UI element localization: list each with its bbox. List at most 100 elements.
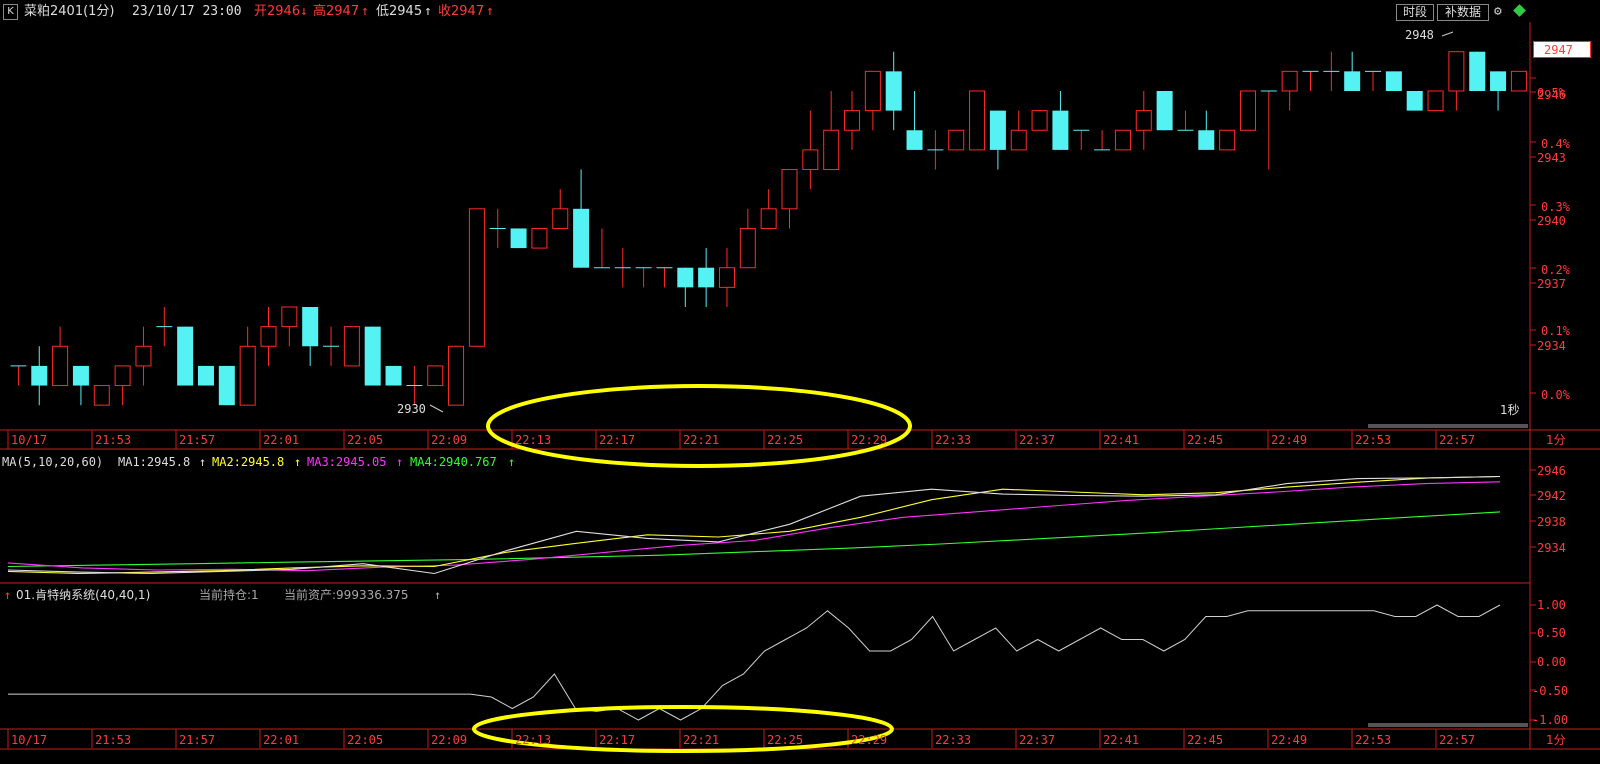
candle-body <box>1052 110 1069 150</box>
chart-canvas <box>0 22 1600 753</box>
time-unit-lower: 1分 <box>1546 733 1566 747</box>
open-arrow: ↓ <box>300 4 308 19</box>
ma-indicator-name[interactable]: MA(5,10,20,60) <box>2 454 103 470</box>
low-mark-label: 2930 <box>397 402 426 416</box>
candle-body <box>510 228 527 249</box>
low-label: 低2945 <box>376 4 423 19</box>
ma-line-ma4 <box>7 511 1501 568</box>
time-label: 22:53 <box>1355 433 1392 447</box>
high-mark-leader <box>1441 31 1454 37</box>
close-label: 收2947 <box>438 4 485 19</box>
fill-data-button[interactable]: 补数据 <box>1437 4 1489 21</box>
high-mark-label: 2948 <box>1405 28 1434 42</box>
candle-body <box>1448 51 1465 92</box>
candle-body <box>531 227 548 249</box>
current-price-tag: 2947 <box>1533 41 1591 58</box>
candle-body <box>948 129 965 151</box>
time-label: 21:53 <box>95 433 132 447</box>
system-line <box>8 604 1501 721</box>
time-label: 22:33 <box>935 433 972 447</box>
candle-body <box>197 365 214 386</box>
time-label: 22:13 <box>515 733 552 747</box>
time-label: 22:57 <box>1439 433 1476 447</box>
candle-body <box>93 385 110 406</box>
candle-body <box>448 345 465 406</box>
low-mark-leader <box>429 404 444 413</box>
time-label: 21:53 <box>95 733 132 747</box>
ma4-value: MA4:2940.767 <box>410 455 497 469</box>
time-label: 22:21 <box>683 733 720 747</box>
time-label: 22:37 <box>1019 733 1056 747</box>
pct-tick: 0.1% <box>1541 324 1570 338</box>
price-tick: 2940 <box>1537 214 1566 228</box>
ma1-value: MA1:2945.8 <box>118 455 191 469</box>
period-button[interactable]: 时段 <box>1396 4 1434 21</box>
candle-body <box>72 365 89 386</box>
candle-body <box>1239 90 1256 131</box>
candle-body <box>468 208 485 347</box>
highlight-ellipse-top <box>486 384 912 468</box>
system-assets-arrow: ↑ <box>434 588 442 602</box>
candle-body <box>739 227 756 269</box>
system-tick: 0.00 <box>1537 655 1566 669</box>
candle-body <box>1427 90 1444 112</box>
candle-body <box>718 267 735 288</box>
candle-body <box>1385 71 1402 91</box>
candle-body <box>1198 130 1215 150</box>
system-assets: 当前资产:999336.375 <box>284 588 409 602</box>
time-label: 10/17 <box>11 433 48 447</box>
candle-body <box>781 169 798 210</box>
ma4-arrow: ↑ <box>508 455 516 469</box>
time-label: 22:41 <box>1103 733 1140 747</box>
candle-body <box>823 129 840 171</box>
time-label: 22:17 <box>599 433 636 447</box>
system-position: 当前持仓:1 <box>199 588 259 602</box>
gear-icon[interactable]: ⚙ <box>1494 5 1507 18</box>
ma3-value: MA3:2945.05 <box>307 455 387 469</box>
time-label: 22:25 <box>767 433 804 447</box>
price-tick: 2946 <box>1537 88 1566 102</box>
ma-tick: 2946 <box>1537 464 1566 478</box>
price-tick: 2943 <box>1537 151 1566 165</box>
candle-body <box>1406 90 1423 111</box>
status-diamond-icon[interactable] <box>1513 4 1526 17</box>
ma2-arrow: ↑ <box>294 455 302 469</box>
system-name[interactable]: 01.肯特纳系统(40,40,1) <box>16 587 150 603</box>
candle-body <box>1281 70 1298 92</box>
datetime-label: 23/10/17 23:00 <box>132 4 242 19</box>
candle-body <box>844 110 861 131</box>
time-label: 22:33 <box>935 733 972 747</box>
symbol-label: 菜粕2401(1分) <box>24 4 115 19</box>
candle-body <box>239 345 256 406</box>
ma-tick: 2934 <box>1537 541 1566 555</box>
time-label: 22:29 <box>851 733 888 747</box>
time-unit-upper: 1分 <box>1546 433 1566 447</box>
candle-body <box>1114 129 1131 151</box>
time-label: 22:37 <box>1019 433 1056 447</box>
pct-tick: 0.0% <box>1541 388 1570 402</box>
time-label: 22:21 <box>683 433 720 447</box>
candle-body <box>802 149 819 171</box>
system-arrow: ↑ <box>4 588 12 602</box>
time-label: 22:05 <box>347 733 384 747</box>
candle-body <box>760 208 777 229</box>
candle-body <box>1010 129 1027 151</box>
candle-body <box>52 345 69 387</box>
candle-body <box>364 326 381 386</box>
ma-line-ma3 <box>7 481 1501 572</box>
ma1-arrow: ↑ <box>199 455 207 469</box>
time-label: 21:57 <box>179 433 216 447</box>
scrollbar <box>1368 723 1528 727</box>
time-label: 22:05 <box>347 433 384 447</box>
time-label: 22:01 <box>263 433 300 447</box>
time-label: 22:45 <box>1187 733 1224 747</box>
candle-body <box>114 365 131 387</box>
system-tick: 1.00 <box>1537 598 1566 612</box>
candlestick-series <box>10 51 1527 406</box>
candle-body <box>1469 51 1486 91</box>
ma2-value: MA2:2945.8 <box>212 455 285 469</box>
k-button[interactable]: K <box>3 4 18 20</box>
system-tick: 0.50 <box>1537 626 1566 640</box>
price-tick: 2934 <box>1537 339 1566 353</box>
system-tick: -0.50 <box>1532 684 1569 698</box>
